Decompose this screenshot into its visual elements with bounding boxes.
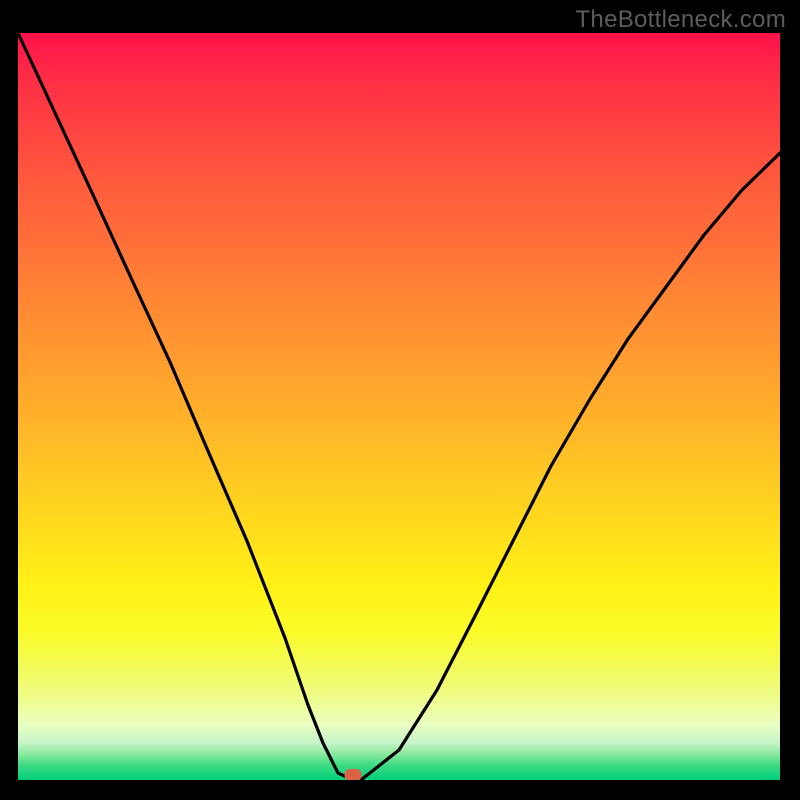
optimum-marker	[345, 769, 362, 780]
chart-frame: TheBottleneck.com	[0, 0, 800, 800]
plot-area	[18, 33, 780, 780]
curve-svg	[18, 33, 780, 780]
bottleneck-curve	[18, 33, 780, 780]
watermark-text: TheBottleneck.com	[575, 6, 786, 34]
